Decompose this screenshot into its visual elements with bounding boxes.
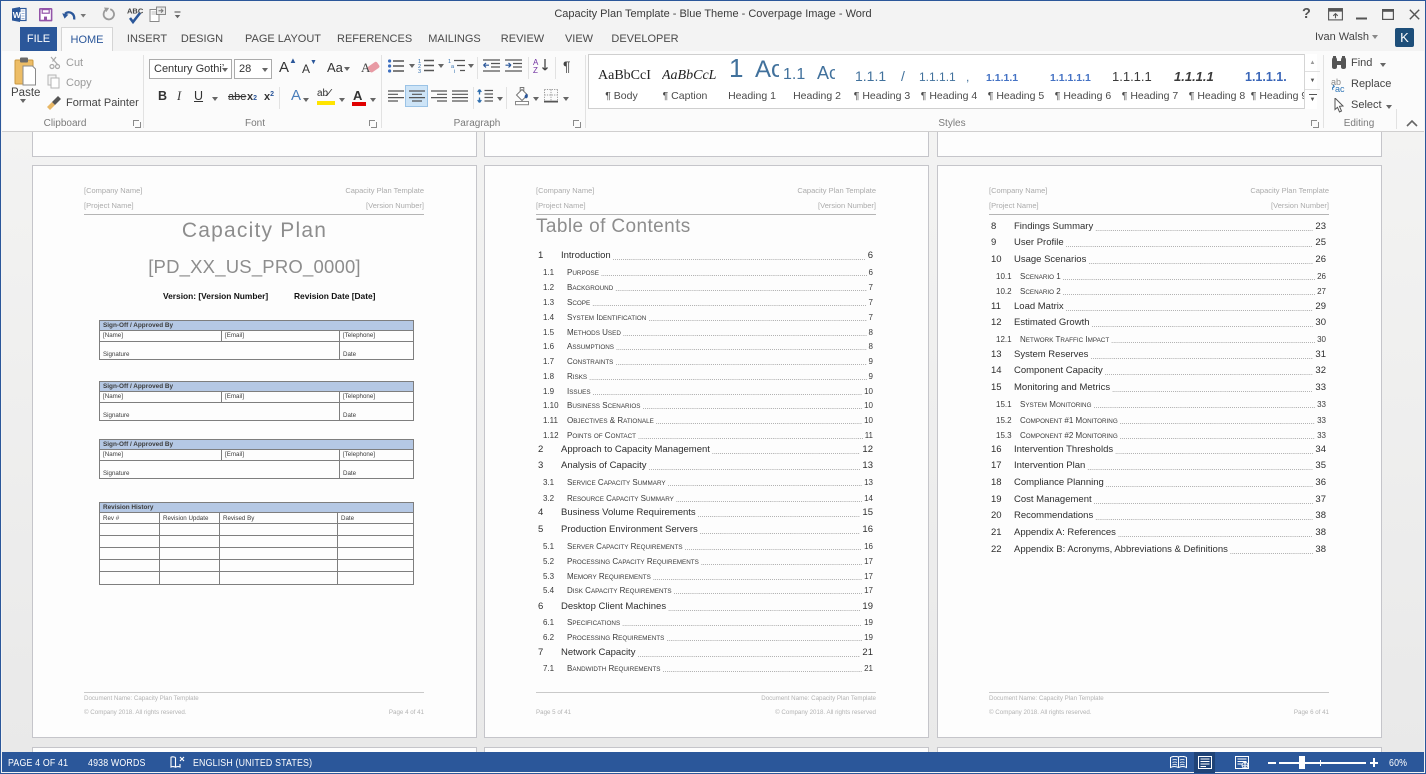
svg-text:3: 3 <box>418 69 421 73</box>
svg-text:ac: ac <box>1335 84 1345 93</box>
svg-text:Z: Z <box>533 66 538 74</box>
svg-text:i: i <box>454 69 455 73</box>
